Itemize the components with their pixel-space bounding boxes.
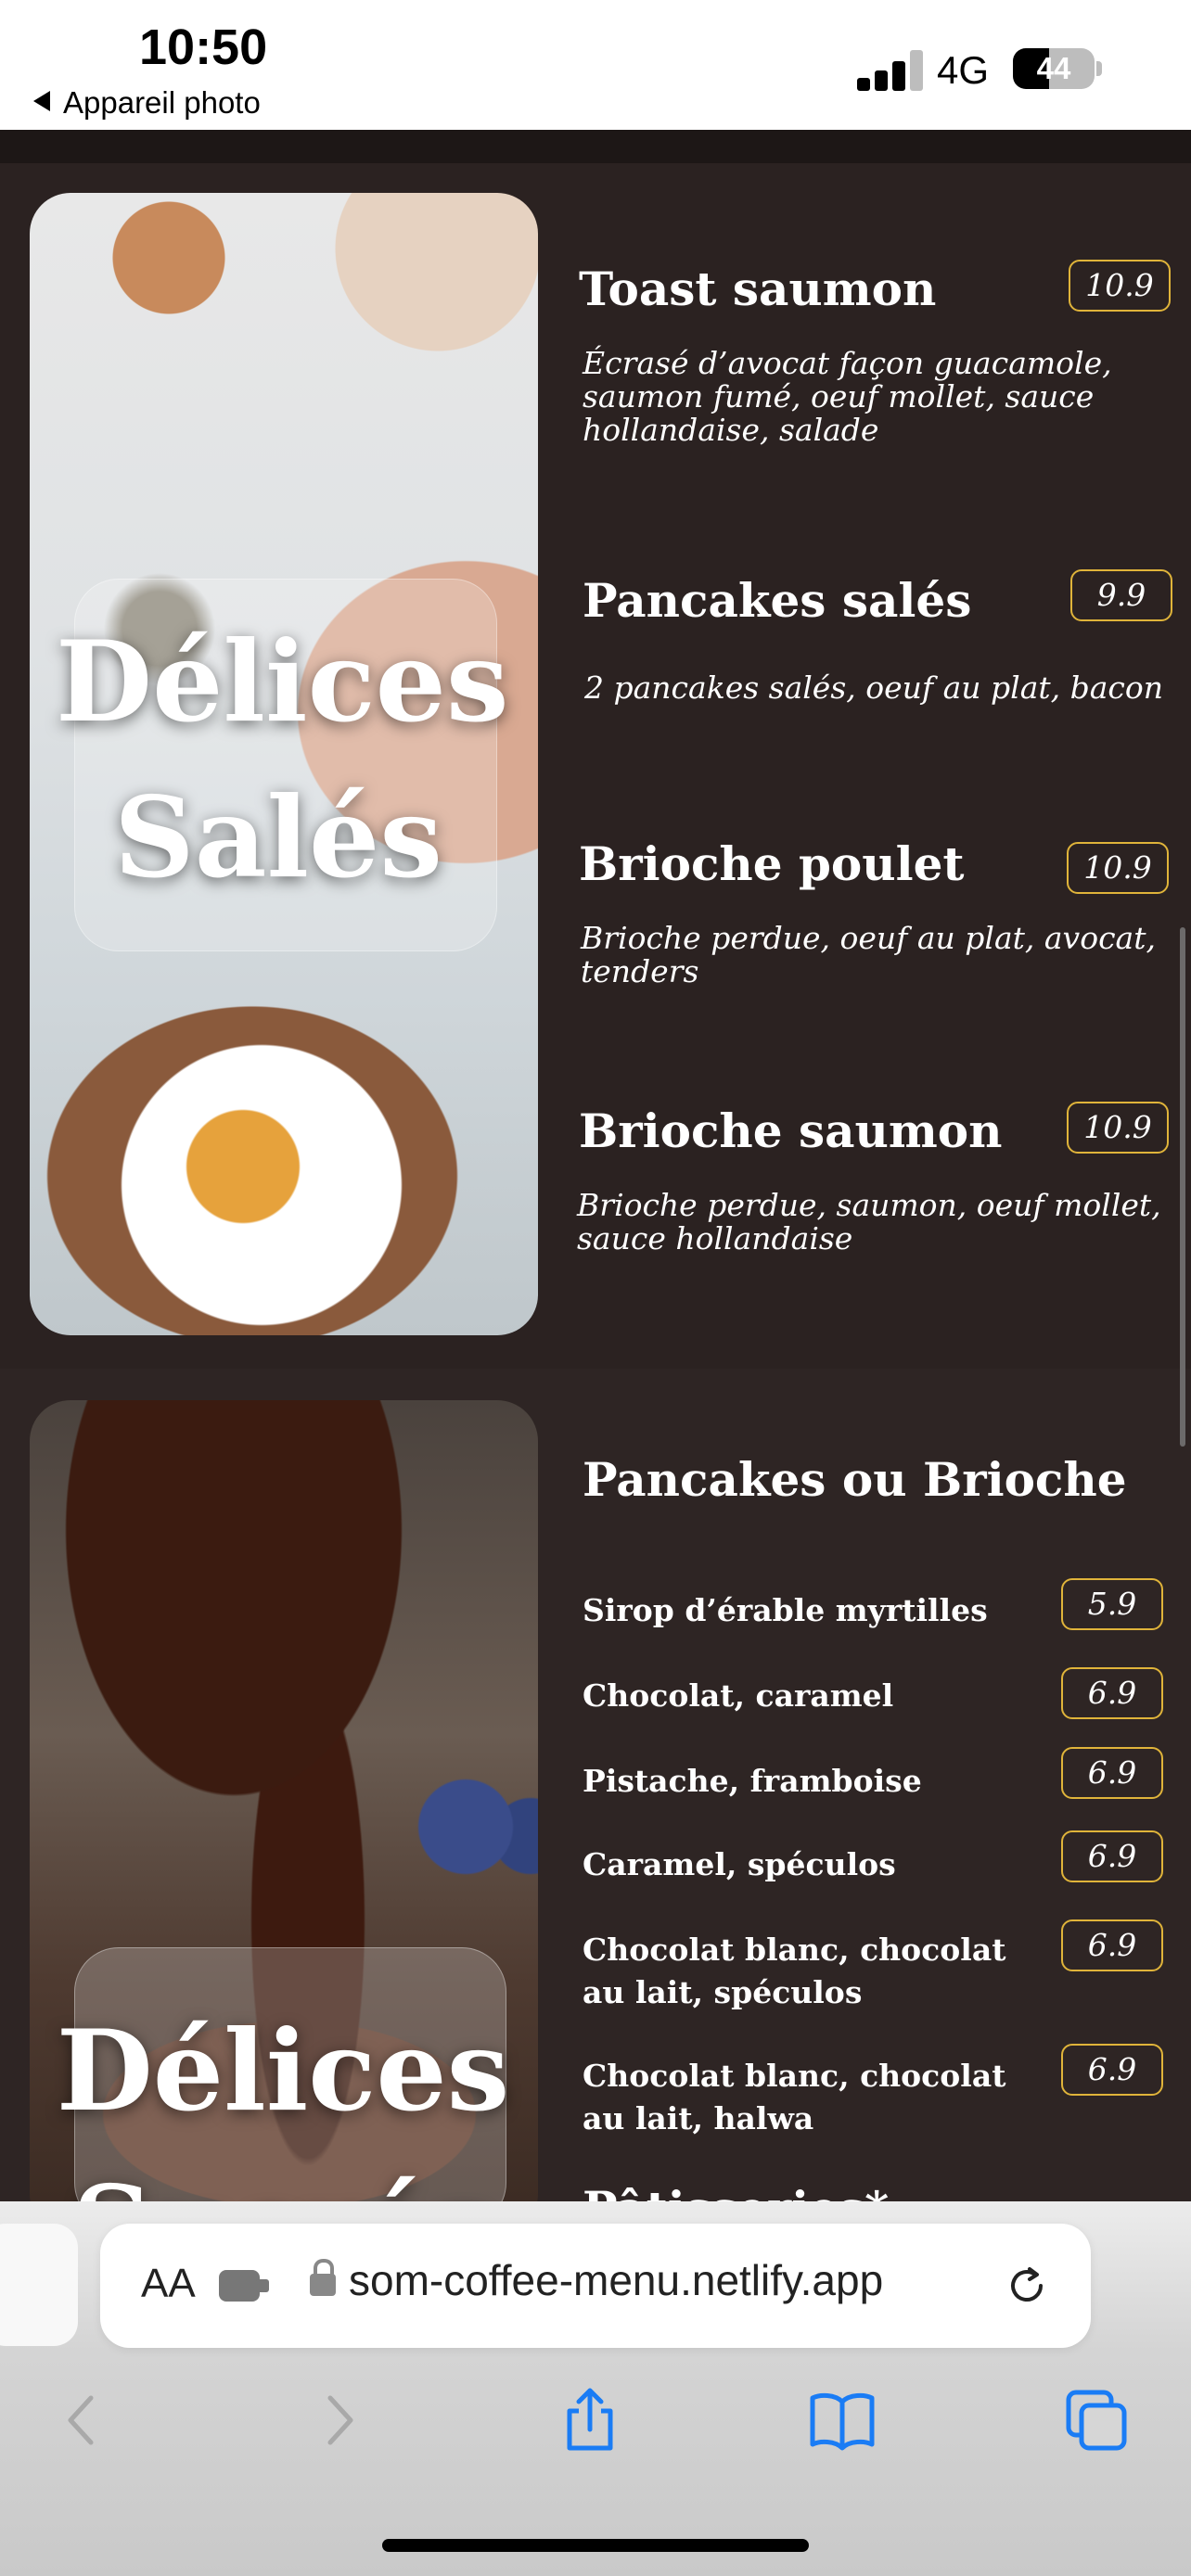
sucres-title-line1: Délices [56,2006,510,2136]
subsection-title: Pancakes ou Brioche [583,1452,1127,1507]
menu-item-description: Brioche perdue, saumon, oeuf mollet, sau… [577,1187,1161,1256]
scroll-indicator[interactable] [1180,927,1185,1447]
back-triangle-icon [33,91,50,111]
sales-title: Délices Salés [56,605,509,916]
url-text[interactable]: som-coffee-menu.netlify.app [349,2255,980,2305]
back-icon[interactable] [48,2387,115,2454]
menu-item-name: Pancakes salés [583,573,972,628]
cellular-signal-icon [857,48,923,91]
reload-icon[interactable] [1005,2264,1048,2307]
back-to-camera-link[interactable]: Appareil photo [33,85,261,121]
previous-section-edge [0,130,1191,163]
network-type: 4G [937,48,990,92]
battery-icon: 44 [1013,48,1095,89]
home-indicator[interactable] [382,2539,809,2552]
back-link-label: Appareil photo [63,85,261,120]
price-badge: 10.9 [1069,260,1171,312]
bookmarks-icon[interactable] [809,2387,876,2454]
text-size-icon: AA [141,2261,196,2306]
price-badge: 6.9 [1061,1919,1163,1971]
topping-name: Sirop d’érable myrtilles [583,1592,988,1628]
price-badge: 9.9 [1070,569,1172,621]
battery-percent: 44 [1036,51,1071,85]
price-badge: 6.9 [1061,1747,1163,1799]
topping-name: Chocolat blanc, chocolat au lait, spécul… [583,1932,1006,2010]
extension-icon[interactable] [219,2270,269,2302]
tabs-icon[interactable] [1063,2387,1130,2454]
topping-name: Caramel, spéculos [583,1846,896,1882]
forward-icon[interactable] [306,2387,373,2454]
price-badge: 10.9 [1067,842,1169,894]
status-time: 10:50 [139,19,268,75]
sales-title-line2: Salés [114,772,442,903]
text-size-button[interactable]: AA [141,2261,196,2307]
menu-item-name: Brioche poulet [579,836,965,891]
menu-item-description: Brioche perdue, oeuf au plat, avocat, te… [581,920,1156,989]
battery-tip [1096,61,1102,76]
menu-item-description: 2 pancakes salés, oeuf au plat, bacon [584,670,1164,706]
topping-name: Chocolat blanc, chocolat au lait, halwa [583,2058,1006,2136]
previous-tab-preview[interactable] [0,2224,78,2346]
lock-icon [310,2259,336,2296]
price-badge: 5.9 [1061,1578,1163,1630]
menu-item-name: Brioche saumon [579,1103,1003,1158]
topping-name: Pistache, framboise [583,1763,922,1799]
topping-name: Chocolat, caramel [583,1677,894,1714]
price-badge: 6.9 [1061,1830,1163,1882]
menu-item-name: Toast saumon [579,261,937,316]
sales-title-line1: Délices [56,617,509,747]
price-badge: 10.9 [1067,1102,1169,1154]
menu-item-description: Écrasé d’avocat façon guacamole, saumon … [583,345,1112,448]
share-icon[interactable] [557,2387,623,2454]
price-badge: 6.9 [1061,2044,1163,2096]
price-badge: 6.9 [1061,1667,1163,1719]
